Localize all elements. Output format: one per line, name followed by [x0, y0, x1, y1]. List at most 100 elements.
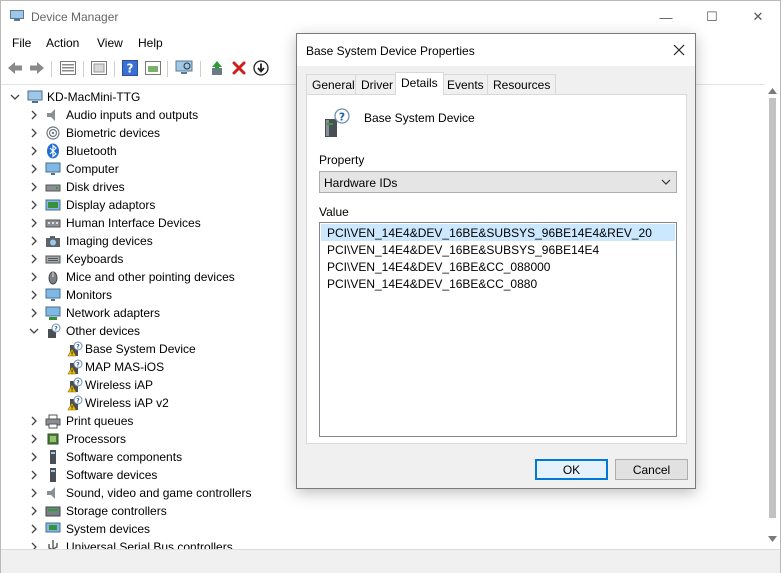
speaker-icon — [47, 487, 55, 499]
minimize-button[interactable]: — — [643, 1, 689, 33]
toolbar-separator — [51, 61, 52, 77]
ok-button[interactable]: OK — [535, 459, 608, 480]
chevron-right-icon[interactable] — [29, 218, 39, 228]
display-adapter-icon — [45, 199, 61, 211]
camera-icon — [46, 236, 60, 247]
chevron-right-icon[interactable] — [29, 308, 39, 318]
tree-item-label: System devices — [66, 522, 151, 536]
forward-icon[interactable] — [28, 59, 46, 77]
chevron-right-icon[interactable] — [29, 110, 39, 120]
scroll-thumb[interactable] — [769, 98, 776, 518]
chevron-right-icon[interactable] — [29, 254, 39, 264]
tree-item-label: Imaging devices — [66, 234, 153, 248]
monitor-icon — [45, 288, 61, 301]
unknown-device-icon: ? — [325, 108, 350, 137]
dialog-title-bar[interactable]: Base System Device Properties — [297, 34, 695, 66]
chevron-right-icon[interactable] — [29, 434, 39, 444]
dialog-title: Base System Device Properties — [306, 44, 475, 58]
list-item[interactable]: PCI\VEN_14E4&DEV_16BE&SUBSYS_96BE14E4 — [321, 241, 675, 258]
chevron-right-icon[interactable] — [29, 182, 39, 192]
warning-device-icon: ? — [67, 377, 83, 393]
tree-item-label: Wireless iAP — [85, 378, 154, 392]
tree-item-label: Base System Device — [85, 342, 196, 356]
tree-category-item[interactable]: System devices — [1, 520, 761, 538]
dialog-close-button[interactable] — [667, 38, 691, 62]
disable-device-icon[interactable] — [252, 59, 270, 77]
tree-item-label: Sound, video and game controllers — [66, 486, 252, 500]
properties-dialog: Base System Device Properties General Dr… — [296, 33, 696, 489]
cancel-button[interactable]: Cancel — [615, 459, 688, 480]
property-select-value: Hardware IDs — [324, 176, 398, 190]
chevron-right-icon[interactable] — [29, 488, 39, 498]
software-icon — [50, 468, 56, 482]
chevron-down-icon[interactable] — [29, 326, 39, 336]
toolbar-separator — [167, 61, 168, 77]
other-devices-icon: ? — [48, 323, 61, 338]
property-select[interactable]: Hardware IDs — [319, 171, 677, 193]
menu-help[interactable]: Help — [138, 36, 163, 50]
chevron-right-icon[interactable] — [29, 128, 39, 138]
device-manager-icon — [10, 10, 24, 21]
network-icon — [45, 306, 61, 320]
chevron-right-icon[interactable] — [29, 200, 39, 210]
maximize-icon: ☐ — [706, 9, 718, 24]
menu-view[interactable]: View — [97, 36, 123, 50]
maximize-button[interactable]: ☐ — [689, 1, 735, 33]
tab-resources[interactable]: Resources — [487, 74, 557, 94]
tree-item-label: Wireless iAP v2 — [85, 396, 169, 410]
tab-events[interactable]: Events — [441, 74, 490, 94]
fingerprint-icon — [46, 126, 60, 140]
chevron-right-icon[interactable] — [29, 506, 39, 516]
system-icon — [45, 522, 61, 533]
svg-text:?: ? — [76, 398, 80, 405]
scroll-down-icon[interactable] — [768, 536, 777, 542]
mouse-icon — [48, 271, 58, 285]
vertical-scrollbar[interactable] — [765, 84, 780, 549]
menu-action[interactable]: Action — [46, 36, 79, 50]
chevron-right-icon[interactable] — [29, 290, 39, 300]
list-item[interactable]: PCI\VEN_14E4&DEV_16BE&CC_0880 — [321, 275, 675, 292]
tab-details[interactable]: Details — [395, 72, 444, 95]
bluetooth-icon — [47, 143, 59, 159]
menu-file[interactable]: File — [12, 36, 31, 50]
printer-icon — [45, 414, 61, 429]
close-button[interactable]: ✕ — [735, 1, 781, 33]
tree-item-label: Print queues — [66, 414, 134, 428]
warning-device-icon: ? — [67, 341, 83, 357]
tree-category-item[interactable]: Universal Serial Bus controllers — [1, 538, 761, 549]
value-listbox[interactable]: PCI\VEN_14E4&DEV_16BE&SUBSYS_96BE14E4&RE… — [319, 222, 677, 437]
tree-root-label: KD-MacMini-TTG — [47, 90, 141, 104]
chevron-right-icon[interactable] — [29, 236, 39, 246]
back-icon[interactable] — [6, 59, 24, 77]
tree-item-label: Disk drives — [66, 180, 125, 194]
chevron-right-icon[interactable] — [29, 272, 39, 282]
svg-text:?: ? — [76, 362, 80, 369]
scroll-up-icon[interactable] — [768, 88, 777, 94]
chevron-right-icon[interactable] — [29, 416, 39, 426]
update-driver-icon[interactable] — [144, 59, 162, 77]
chevron-right-icon[interactable] — [29, 524, 39, 534]
help-icon[interactable]: ? — [121, 59, 139, 77]
chevron-right-icon[interactable] — [29, 146, 39, 156]
chevron-right-icon[interactable] — [29, 164, 39, 174]
disk-icon — [45, 184, 61, 192]
show-hide-icon[interactable] — [90, 59, 108, 77]
chevron-down-icon[interactable] — [10, 92, 20, 102]
list-item[interactable]: PCI\VEN_14E4&DEV_16BE&CC_088000 — [321, 258, 675, 275]
tree-category-item[interactable]: Storage controllers — [1, 502, 761, 520]
list-item[interactable]: PCI\VEN_14E4&DEV_16BE&SUBSYS_96BE14E4&RE… — [321, 224, 675, 241]
tree-item-label: Computer — [66, 162, 119, 176]
tab-general[interactable]: General — [306, 74, 361, 94]
scan-hardware-icon[interactable] — [175, 59, 193, 77]
software-icon — [50, 450, 56, 464]
title-bar[interactable]: Device Manager — ☐ ✕ — [1, 1, 780, 33]
chevron-right-icon[interactable] — [29, 452, 39, 462]
tree-item-label: Software devices — [66, 468, 158, 482]
enable-device-icon[interactable] — [208, 59, 226, 77]
warning-device-icon: ? — [67, 395, 83, 411]
chevron-right-icon[interactable] — [29, 470, 39, 480]
uninstall-icon[interactable] — [230, 59, 248, 77]
tab-driver[interactable]: Driver — [355, 74, 399, 94]
chevron-right-icon[interactable] — [29, 542, 39, 549]
properties-icon[interactable] — [59, 59, 77, 77]
